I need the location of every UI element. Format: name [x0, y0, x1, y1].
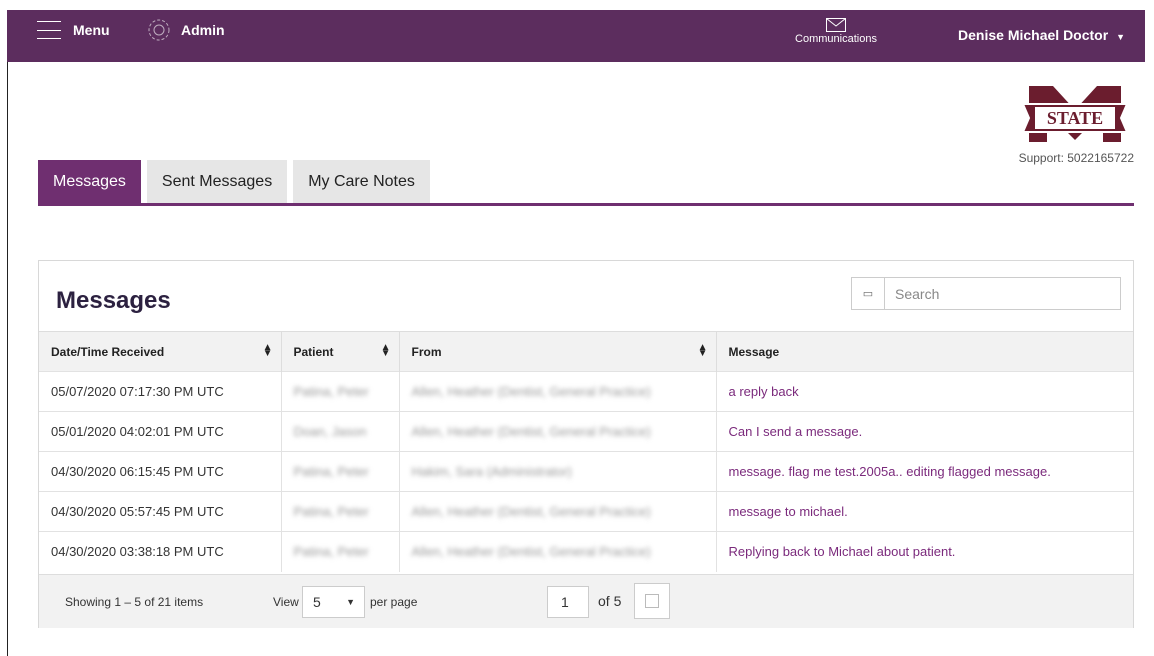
cell-message[interactable]: message. flag me test.2005a.. editing fl… — [716, 451, 1133, 492]
tab-my-care-notes[interactable]: My Care Notes — [293, 160, 430, 203]
hamburger-icon — [37, 21, 61, 39]
cell-message[interactable]: message to michael. — [716, 491, 1133, 532]
user-menu[interactable]: Denise Michael Doctor ▼ — [958, 27, 1125, 43]
cell-from: Allen, Heather (Dentist, General Practic… — [399, 411, 717, 452]
cell-message[interactable]: a reply back — [716, 371, 1133, 412]
column-from[interactable]: From ▲ ▼ — [399, 331, 717, 372]
sort-icon: ▲ ▼ — [380, 342, 391, 359]
view-label: View — [273, 595, 299, 609]
tab-messages[interactable]: Messages — [38, 160, 141, 203]
table-row[interactable]: 04/30/2020 05:57:45 PM UTC Patina, Peter… — [39, 491, 1133, 532]
caret-down-icon: ▼ — [1116, 32, 1125, 42]
envelope-icon — [826, 18, 846, 32]
cell-from: Allen, Heather (Dentist, General Practic… — [399, 531, 717, 572]
messages-panel: Messages ▭ Date/Time Received▲▼ Patient▲… — [38, 260, 1134, 628]
next-page-icon — [645, 594, 659, 608]
table-row[interactable]: 05/01/2020 04:02:01 PM UTC Doan, Jason A… — [39, 411, 1133, 452]
table-header-row: Date/Time Received ▲ ▼ Patient ▲ ▼ From ▲ ▼ Me… — [39, 331, 1133, 372]
cell-patient: Patina, Peter — [281, 371, 400, 412]
menu-label: Menu — [73, 22, 110, 38]
page-left-border — [7, 62, 8, 656]
cell-patient: Patina, Peter — [281, 531, 400, 572]
sort-icon: ▲ ▼ — [262, 342, 273, 359]
search-icon[interactable]: ▭ — [852, 278, 885, 309]
svg-text:STATE: STATE — [1047, 108, 1103, 128]
cell-patient: Patina, Peter — [281, 451, 400, 492]
sort-icon: ▲ ▼ — [697, 342, 708, 359]
page-size-select[interactable]: 5 ▼ — [302, 586, 365, 618]
per-page-label: per page — [370, 595, 418, 609]
column-date-received[interactable]: Date/Time Received ▲ ▼ — [39, 331, 282, 372]
msu-logo: STATE — [1021, 86, 1129, 142]
communications-button[interactable]: Communications — [791, 18, 881, 45]
admin-label: Admin — [181, 22, 225, 38]
next-page-button[interactable] — [634, 583, 670, 619]
page-total-label: of 5 — [598, 593, 622, 609]
table-row[interactable]: 04/30/2020 03:38:18 PM UTC Patina, Peter… — [39, 531, 1133, 572]
support-phone: Support: 5022165722 — [1018, 151, 1134, 165]
page-number-input[interactable]: 1 — [547, 586, 589, 618]
cell-date: 04/30/2020 03:38:18 PM UTC — [39, 531, 282, 572]
messages-table: Date/Time Received ▲ ▼ Patient ▲ ▼ From ▲ ▼ Me… — [39, 331, 1133, 572]
tab-underline — [38, 203, 1134, 206]
page-size-value: 5 — [313, 594, 321, 610]
cell-date: 04/30/2020 06:15:45 PM UTC — [39, 451, 282, 492]
cell-from: Allen, Heather (Dentist, General Practic… — [399, 371, 717, 412]
search-box: ▭ — [851, 277, 1121, 310]
column-patient[interactable]: Patient ▲ ▼ — [281, 331, 400, 372]
cell-from: Hakim, Sara (Administrator) — [399, 451, 717, 492]
gear-icon — [148, 19, 170, 41]
search-input[interactable] — [885, 278, 1120, 309]
cell-patient: Doan, Jason — [281, 411, 400, 452]
cell-message[interactable]: Can I send a message. — [716, 411, 1133, 452]
items-count: Showing 1 – 5 of 21 items — [65, 595, 204, 609]
menu-button[interactable]: Menu — [37, 21, 110, 39]
panel-title: Messages — [56, 287, 171, 314]
tab-bar: Messages Sent Messages My Care Notes — [38, 160, 430, 203]
communications-label: Communications — [795, 33, 877, 45]
column-message[interactable]: Message — [716, 331, 1133, 372]
tab-sent-messages[interactable]: Sent Messages — [146, 160, 288, 203]
user-name: Denise Michael Doctor — [958, 27, 1109, 43]
cell-date: 04/30/2020 05:57:45 PM UTC — [39, 491, 282, 532]
table-row[interactable]: 04/30/2020 06:15:45 PM UTC Patina, Peter… — [39, 451, 1133, 492]
cell-patient: Patina, Peter — [281, 491, 400, 532]
pagination-bar: Showing 1 – 5 of 21 items View 5 ▼ per p… — [39, 574, 1133, 628]
cell-from: Allen, Heather (Dentist, General Practic… — [399, 491, 717, 532]
cell-date: 05/01/2020 04:02:01 PM UTC — [39, 411, 282, 452]
table-row[interactable]: 05/07/2020 07:17:30 PM UTC Patina, Peter… — [39, 371, 1133, 412]
cell-date: 05/07/2020 07:17:30 PM UTC — [39, 371, 282, 412]
admin-button[interactable]: Admin — [147, 18, 225, 42]
chevron-down-icon: ▼ — [346, 597, 355, 607]
top-navbar: Menu Admin Communications Denise Michael… — [7, 10, 1145, 62]
cell-message[interactable]: Replying back to Michael about patient. — [716, 531, 1133, 572]
